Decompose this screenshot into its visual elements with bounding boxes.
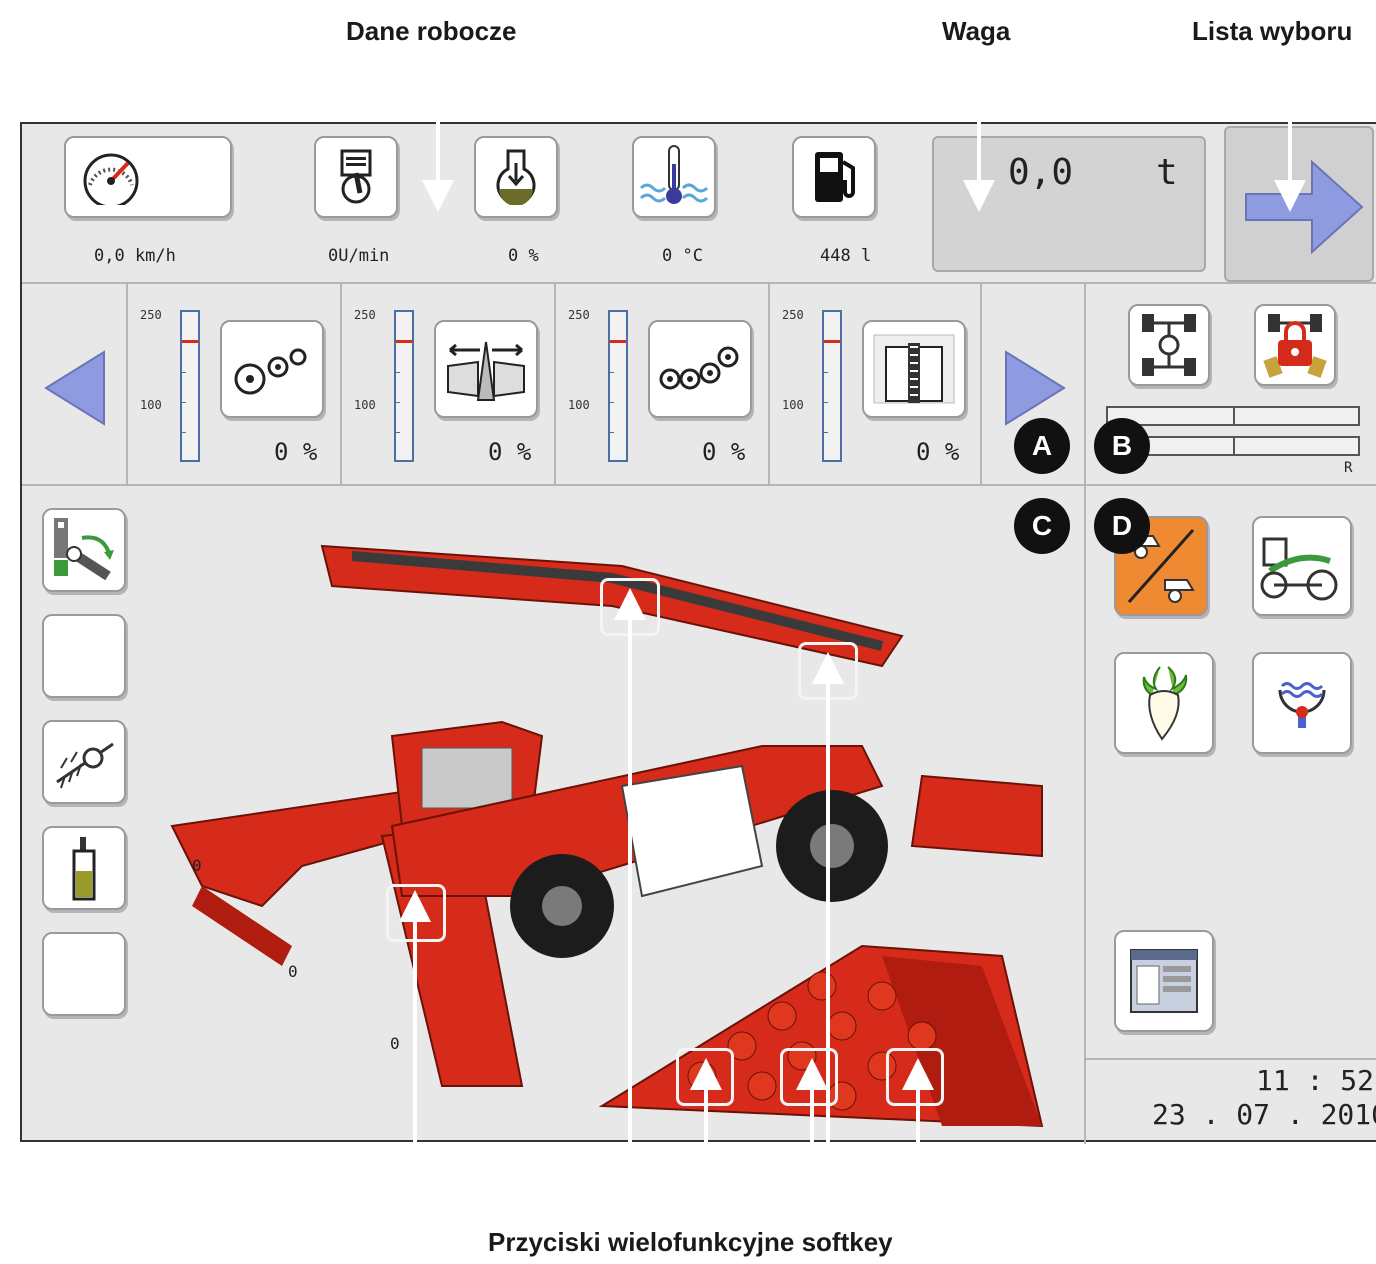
rpm-readout: 0U/min <box>328 246 390 266</box>
speedometer-display[interactable] <box>64 136 232 218</box>
selection-list-button[interactable] <box>1224 126 1374 282</box>
conveyor-button[interactable] <box>862 320 966 418</box>
gauge-bar <box>180 310 200 462</box>
rotor-button[interactable] <box>220 320 324 418</box>
speed-readout: 0,0 km/h <box>94 246 176 266</box>
unload-elevator-icon <box>54 518 114 581</box>
machine-softkey-roller-2[interactable] <box>780 1048 838 1106</box>
machine-value-2: 0 <box>288 962 298 981</box>
gauge-scale-mid: 100 <box>140 398 162 412</box>
auger-icon <box>56 742 114 789</box>
steering-lock-button[interactable] <box>1254 304 1336 386</box>
weight-unit: t <box>1156 152 1178 193</box>
gauge-scale-top: 250 <box>140 308 162 322</box>
rotor-icon <box>234 348 307 395</box>
callout-work-data: Dane robocze <box>346 16 517 46</box>
sugar-beet-icon <box>1142 666 1188 741</box>
load-readout: 0 % <box>508 246 539 266</box>
callout-selection-list: Lista wyboru <box>1192 16 1353 46</box>
washing-water-icon <box>1278 682 1326 728</box>
gauge-percent: 0 % <box>702 438 746 466</box>
gauge-bar <box>822 310 842 462</box>
machine-softkey-roller-1[interactable] <box>676 1048 734 1106</box>
all-wheel-steering-icon <box>1142 314 1196 376</box>
badge-d: D <box>1094 498 1150 554</box>
topper-button[interactable] <box>1252 516 1352 616</box>
flask-load-icon <box>496 149 536 205</box>
speedometer-icon <box>83 153 139 205</box>
machine-softkey-elevator[interactable] <box>600 578 660 636</box>
machine-softkey-roller-3[interactable] <box>886 1048 944 1106</box>
gauge-scale-top: 250 <box>568 308 590 322</box>
coolant-temperature-icon <box>639 145 709 204</box>
temperature-button[interactable] <box>632 136 716 218</box>
badge-c: C <box>1014 498 1070 554</box>
gauge-scale-top: 250 <box>782 308 804 322</box>
callout-softkeys: Przyciski wielofunkcyjne softkey <box>488 1227 893 1257</box>
steering-right-label: R <box>1344 460 1353 476</box>
weight-value: 0,0 <box>1008 152 1074 193</box>
steering-mode-button[interactable] <box>1128 304 1210 386</box>
cleaning-rollers-icon <box>659 346 739 390</box>
engine-piston-icon <box>340 149 372 204</box>
menu-button[interactable] <box>1114 930 1214 1032</box>
gauge-scale-mid: 100 <box>782 398 804 412</box>
topper-unit-icon <box>1260 537 1338 601</box>
side-softkey-5[interactable] <box>42 932 126 1016</box>
temperature-readout: 0 °C <box>662 246 703 266</box>
arrow-right-icon <box>1245 159 1364 255</box>
weight-display[interactable]: 0,0 t <box>932 136 1206 272</box>
gauge-bar <box>608 310 628 462</box>
side-softkey-4[interactable] <box>42 826 126 910</box>
badge-b: B <box>1094 418 1150 474</box>
clock-time: 11 : 52 <box>1256 1064 1375 1097</box>
cleaning-rollers-button[interactable] <box>648 320 752 418</box>
fuel-pump-icon <box>815 152 855 202</box>
callout-weight: Waga <box>942 16 1011 46</box>
gauge-scale-mid: 100 <box>354 398 376 412</box>
side-softkey-3[interactable] <box>42 720 126 804</box>
triangle-right-icon <box>1005 350 1066 426</box>
gauge-cell-1: 250 100 0 % <box>128 284 340 484</box>
spreader-icon <box>447 341 525 401</box>
side-softkey-2[interactable] <box>42 614 126 698</box>
beet-button[interactable] <box>1114 652 1214 754</box>
steering-scale-upper <box>1106 406 1360 426</box>
oil-bottle-icon <box>72 837 96 901</box>
side-softkey-1[interactable] <box>42 508 126 592</box>
washing-button[interactable] <box>1252 652 1352 754</box>
gauge-bar <box>394 310 414 462</box>
gauge-percent: 0 % <box>916 438 960 466</box>
machine-softkey-boom[interactable] <box>798 642 858 700</box>
gauge-cell-4: 250 100 0 % <box>770 284 982 484</box>
badge-a: A <box>1014 418 1070 474</box>
engine-button[interactable] <box>314 136 398 218</box>
conveyor-icon <box>873 334 955 404</box>
load-button[interactable] <box>474 136 558 218</box>
gauge-percent: 0 % <box>274 438 318 466</box>
clock-date: 23 . 07 . 2010 <box>1152 1098 1376 1131</box>
gauge-cell-2: 250 100 0 % <box>342 284 554 484</box>
document-menu-icon <box>1130 949 1198 1013</box>
machine-value-3: 0 <box>390 1034 400 1053</box>
triangle-left-icon <box>44 350 105 426</box>
fuel-button[interactable] <box>792 136 876 218</box>
gauge-scale-top: 250 <box>354 308 376 322</box>
gauge-percent: 0 % <box>488 438 532 466</box>
clock-divider <box>1086 1058 1376 1060</box>
terminal-screen: 0,0 km/h 0U/min 0 % 0 °C 448 l 0,0 t 250… <box>20 122 1376 1144</box>
gauge-scale-mid: 100 <box>568 398 590 412</box>
gauge-cell-3: 250 100 0 % <box>556 284 768 484</box>
machine-softkey-topper[interactable] <box>386 884 446 942</box>
right-column-border <box>1084 284 1086 1144</box>
machine-value-1: 0 <box>192 856 202 875</box>
steering-lock-icon <box>1263 314 1327 378</box>
scroll-left-button[interactable] <box>22 284 126 484</box>
fuel-readout: 448 l <box>820 246 872 266</box>
spreader-button[interactable] <box>434 320 538 418</box>
